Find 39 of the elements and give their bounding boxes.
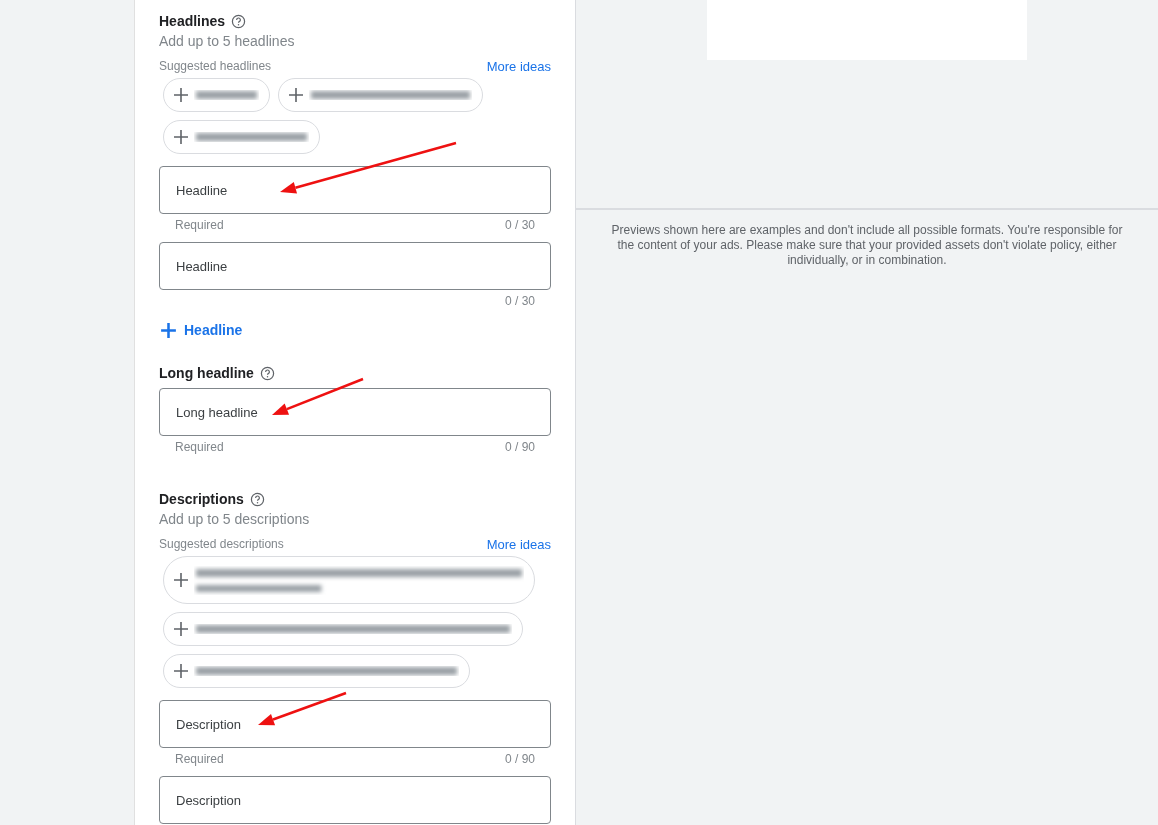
plus-icon	[172, 662, 190, 680]
suggestions-label: Suggested descriptions	[159, 537, 284, 551]
help-icon[interactable]	[231, 13, 247, 29]
help-icon[interactable]	[259, 365, 275, 381]
suggestion-chip[interactable]	[278, 78, 483, 112]
plus-icon	[172, 620, 190, 638]
section-title: Descriptions	[159, 491, 244, 507]
text-field[interactable]: Long headline	[159, 388, 551, 436]
character-counter: 0 / 90	[504, 752, 535, 768]
section-title: Long headline	[159, 365, 254, 381]
section-subtitle: Add up to 5 headlines	[159, 33, 296, 49]
more-ideas-link[interactable]: More ideas	[486, 536, 551, 552]
suggestion-chip[interactable]	[163, 556, 535, 604]
more-ideas-link[interactable]: More ideas	[486, 58, 551, 74]
section-title: Headlines	[159, 13, 226, 29]
plus-icon	[159, 320, 178, 340]
plus-icon	[172, 128, 190, 146]
suggestions-label: Suggested headlines	[159, 59, 272, 73]
text-field[interactable]: Description	[159, 776, 551, 824]
preview-notice: Previews shown here are examples and don't include all possible formats. You're responsible for the content of your ads. Please make sure that your provided assets don't violate policy, either individually, or in combination.	[610, 223, 1124, 268]
plus-icon	[172, 86, 190, 104]
character-counter: 0 / 90	[504, 440, 535, 456]
character-counter: 0 / 30	[504, 294, 535, 310]
suggestion-chip[interactable]	[163, 654, 470, 688]
required-hint: Required	[175, 218, 224, 234]
help-icon[interactable]	[249, 491, 265, 507]
plus-icon	[172, 571, 190, 589]
add-headline-button[interactable]: Headline	[159, 318, 243, 342]
text-field[interactable]: Headline	[159, 242, 551, 290]
plus-icon	[287, 86, 305, 104]
text-field[interactable]: Headline	[159, 166, 551, 214]
character-counter: 0 / 30	[504, 218, 535, 234]
required-hint: Required	[175, 440, 224, 456]
required-hint: Required	[175, 752, 224, 768]
section-subtitle: Add up to 5 descriptions	[159, 511, 311, 527]
suggestion-chip[interactable]	[163, 612, 523, 646]
suggestion-chip[interactable]	[163, 120, 320, 154]
suggestion-chip[interactable]	[163, 78, 270, 112]
text-field[interactable]: Description	[159, 700, 551, 748]
